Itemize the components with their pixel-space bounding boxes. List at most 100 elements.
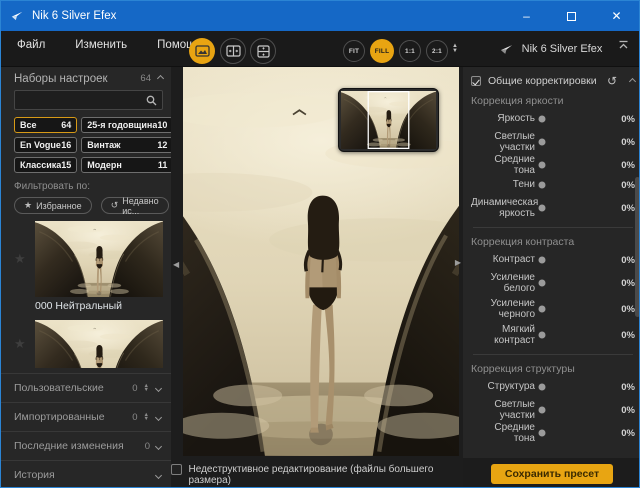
preview-bottom-bar: Недеструктивное редактирование (файлы бо… <box>171 456 463 488</box>
slider-thumb[interactable] <box>539 332 546 339</box>
section-custom[interactable]: Пользовательские 0 ▲▼ <box>1 373 171 402</box>
slider-thumb[interactable] <box>539 384 546 391</box>
navigator-overlay[interactable] <box>338 88 439 152</box>
right-panel-title: Nik 6 Silver Efex <box>522 43 603 55</box>
section-history[interactable]: История <box>1 460 171 488</box>
star-icon: ★ <box>24 200 32 211</box>
group-title-structure: Коррекция структуры <box>471 361 635 377</box>
slider-thumb[interactable] <box>539 306 546 313</box>
zoom-stepper[interactable]: ▲ ▼ <box>452 44 458 54</box>
preset-search-input[interactable] <box>20 94 146 107</box>
preset-item-neutral[interactable]: ★ <box>14 221 163 297</box>
preview-area: ◀ ▶ Недеструктивное редактирование (файл… <box>171 67 463 488</box>
section-recent-changes[interactable]: Последние изменения 0 <box>1 431 171 460</box>
chip-vintage[interactable]: Винтаж12 <box>81 137 171 153</box>
chip-all[interactable]: Все64 <box>14 117 77 133</box>
section-collapse-icon[interactable] <box>629 77 636 84</box>
preset-name: 000 Нейтральный <box>35 300 163 313</box>
slider-dynamic-brightness: Динамическая яркость 0% <box>471 195 635 221</box>
preset-search[interactable] <box>14 90 163 110</box>
slider-amplify-whites: Усиление белого 0% <box>471 270 635 296</box>
favorite-star-icon[interactable]: ★ <box>14 251 26 267</box>
window-title: Nik 6 Silver Efex <box>32 10 504 22</box>
chip-modern[interactable]: Модерн11 <box>81 157 171 173</box>
slider-thumb[interactable] <box>539 139 546 146</box>
maximize-button[interactable] <box>549 1 594 31</box>
slider-highlights: Светлые участки 0% <box>471 129 635 155</box>
right-panel-header: Nik 6 Silver Efex <box>461 35 639 63</box>
slider-thumb[interactable] <box>539 407 546 414</box>
top-band: Файл Изменить Помощь <box>1 31 639 67</box>
nik-plane-icon <box>498 42 515 57</box>
slider-thumb[interactable] <box>539 205 546 212</box>
chip-25th-anniversary[interactable]: 25-я годовщина10 <box>81 117 171 133</box>
zoom-fit-button[interactable]: FIT <box>343 40 365 62</box>
close-button[interactable]: ✕ <box>594 1 639 31</box>
filter-by-label: Фильтровать по: <box>14 181 163 193</box>
zoom-2-1-button[interactable]: 2:1 <box>426 40 448 62</box>
zoom-fill-button[interactable]: FILL <box>370 39 394 63</box>
slider-thumb[interactable] <box>539 182 546 189</box>
slider-structure: Структура 0% <box>471 377 635 397</box>
slider-thumb[interactable] <box>539 430 546 437</box>
panel-scrollbar[interactable] <box>635 177 640 317</box>
slider-structure-midtones: Средние тона 0% <box>471 423 635 443</box>
collapse-panel-icon[interactable] <box>618 40 629 50</box>
chevron-down-icon[interactable] <box>155 384 162 391</box>
group-title-contrast: Коррекция контраста <box>471 234 635 250</box>
nondestructive-checkbox[interactable] <box>171 464 182 475</box>
presets-collapse-icon[interactable] <box>157 75 164 82</box>
collapse-left-panel-handle[interactable]: ◀ <box>173 261 179 269</box>
slider-thumb[interactable] <box>539 116 546 123</box>
slider-thumb[interactable] <box>539 162 546 169</box>
slider-midtones: Средние тона 0% <box>471 155 635 175</box>
split-vertical-icon <box>226 45 241 57</box>
slider-thumb[interactable] <box>539 280 546 287</box>
chevron-down-icon[interactable] <box>155 471 162 478</box>
split-horizontal-icon <box>257 45 270 58</box>
view-split-vertical-button[interactable] <box>220 38 246 64</box>
recently-used-filter-button[interactable]: ↺ Недавно ис... <box>101 197 169 214</box>
slider-thumb[interactable] <box>539 257 546 264</box>
slider-structure-highlights: Светлые участки 0% <box>471 397 635 423</box>
reset-icon[interactable]: ↺ <box>607 74 617 88</box>
content-area: Наборы настроек 64 Все64 25-я годовщина1… <box>1 67 639 488</box>
presets-count: 64 <box>140 73 151 84</box>
chevron-down-icon[interactable] <box>155 442 162 449</box>
favorites-filter-button[interactable]: ★ Избранное <box>14 197 92 214</box>
panel-footer: Сохранить пресет <box>463 458 640 488</box>
reorder-spinner-icon[interactable]: ▲▼ <box>144 384 149 393</box>
slider-brightness: Яркость 0% <box>471 109 635 129</box>
view-split-horizontal-button[interactable] <box>250 38 276 64</box>
image-preview[interactable] <box>183 67 459 456</box>
global-adjustments-checkbox[interactable] <box>471 76 481 86</box>
section-imported[interactable]: Импортированные 0 ▲▼ <box>1 402 171 431</box>
reorder-spinner-icon[interactable]: ▲▼ <box>144 413 149 422</box>
zoom-1-1-button[interactable]: 1:1 <box>399 40 421 62</box>
menu-file[interactable]: Файл <box>15 36 47 54</box>
presets-panel: Наборы настроек 64 Все64 25-я годовщина1… <box>1 67 171 488</box>
save-preset-button[interactable]: Сохранить пресет <box>491 464 613 484</box>
preset-item-next[interactable]: ★ <box>14 320 163 368</box>
search-icon <box>146 95 157 106</box>
preset-thumbnail[interactable] <box>35 221 163 297</box>
menu-edit[interactable]: Изменить <box>73 36 129 54</box>
chevron-down-icon[interactable] <box>155 413 162 420</box>
menu-bar: Файл Изменить Помощь <box>15 36 204 54</box>
nondestructive-label: Недеструктивное редактирование (файлы бо… <box>189 464 463 488</box>
stepper-down-icon: ▼ <box>452 49 458 54</box>
history-icon: ↺ <box>111 200 119 211</box>
favorite-star-icon[interactable]: ★ <box>14 336 26 352</box>
view-single-button[interactable] <box>189 38 215 64</box>
app-window: Nik 6 Silver Efex – ✕ Файл Изменить Помо… <box>0 0 640 488</box>
slider-shadows: Тени 0% <box>471 175 635 195</box>
minimize-button[interactable]: – <box>504 1 549 31</box>
title-bar: Nik 6 Silver Efex – ✕ <box>1 1 639 31</box>
collapse-right-panel-handle[interactable]: ▶ <box>455 259 461 267</box>
chip-en-vogue[interactable]: En Vogue16 <box>14 137 77 153</box>
chip-classic[interactable]: Классика15 <box>14 157 77 173</box>
global-adjustments-title: Общие корректировки <box>488 75 600 87</box>
group-title-brightness: Коррекция яркости <box>471 93 635 109</box>
preset-sections: Пользовательские 0 ▲▼ Импортированные 0 … <box>1 373 171 488</box>
preset-thumbnail[interactable] <box>35 320 163 368</box>
